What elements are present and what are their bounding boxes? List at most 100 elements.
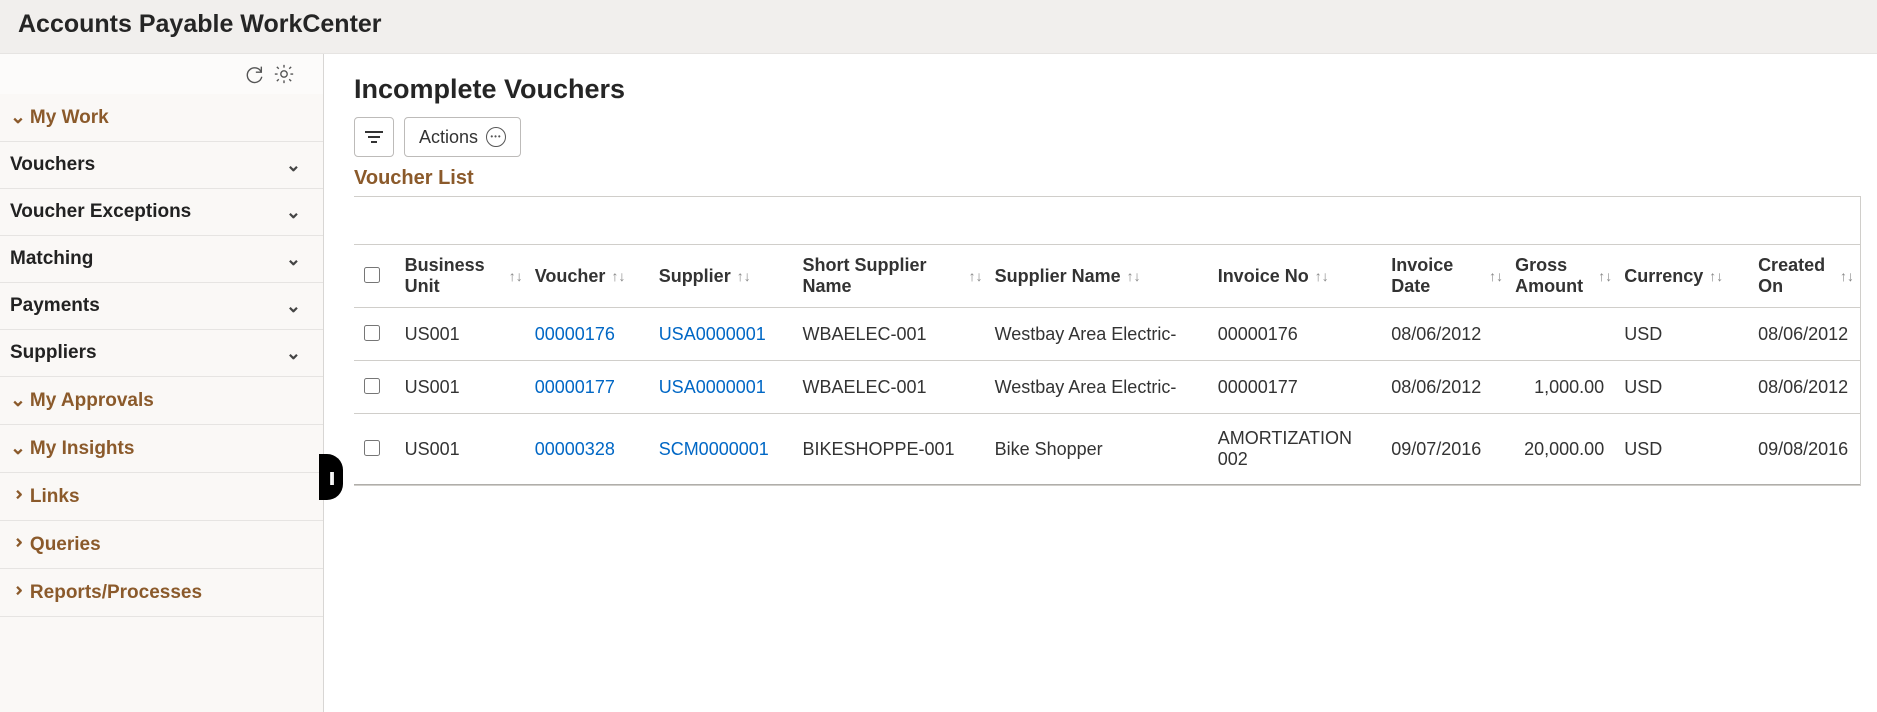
cell-supplier-name: Bike Shopper (989, 414, 1212, 485)
row-checkbox[interactable] (364, 440, 380, 456)
col-currency[interactable]: Currency↑↓ (1618, 245, 1752, 308)
sort-icon: ↑↓ (737, 268, 751, 284)
sidebar-item-matching[interactable]: Matching ⌄ (0, 235, 323, 282)
chevron-down-icon: ⌄ (286, 155, 313, 176)
nav-header-my-approvals[interactable]: ⌄ My Approvals (0, 377, 323, 424)
cell-supplier[interactable]: SCM0000001 (653, 414, 797, 485)
supplier-link: SCM0000001 (659, 439, 769, 459)
nav-header-queries[interactable]: ⌄ Queries (0, 521, 323, 568)
main-content: Incomplete Vouchers Actions ••• Voucher … (324, 54, 1877, 712)
sidebar-item-label: Suppliers (10, 342, 97, 364)
gear-icon[interactable] (273, 63, 295, 85)
table-header-row: Business Unit↑↓ Voucher↑↓ Supplier↑↓ Sho… (354, 245, 1860, 308)
nav-section-reports: ⌄ Reports/Processes (0, 569, 323, 617)
cell-voucher[interactable]: 00000328 (529, 414, 653, 485)
cell-short-supplier: WBAELEC-001 (796, 361, 988, 414)
cell-short-supplier: WBAELEC-001 (796, 308, 988, 361)
cell-gross-amount: 1,000.00 (1509, 361, 1618, 414)
sidebar-item-suppliers[interactable]: Suppliers ⌄ (0, 329, 323, 376)
table-row: US00100000177USA0000001WBAELEC-001Westba… (354, 361, 1860, 414)
row-checkbox[interactable] (364, 325, 380, 341)
cell-supplier[interactable]: USA0000001 (653, 361, 797, 414)
row-checkbox[interactable] (364, 378, 380, 394)
row-select[interactable] (354, 414, 399, 485)
nav-header-links[interactable]: ⌄ Links (0, 473, 323, 520)
chevron-down-icon: ⌄ (286, 249, 313, 270)
row-select[interactable] (354, 361, 399, 414)
sort-icon: ↑↓ (1315, 268, 1329, 284)
sidebar-item-label: Payments (10, 295, 100, 317)
chevron-right-icon: ⌄ (4, 487, 27, 503)
nav-section-queries: ⌄ Queries (0, 521, 323, 569)
sort-icon: ↑↓ (611, 268, 625, 284)
cell-invoice-date: 08/06/2012 (1385, 361, 1509, 414)
page-header-title: Accounts Payable WorkCenter (18, 10, 1859, 39)
cell-business-unit: US001 (399, 414, 529, 485)
sidebar-item-voucher-exceptions[interactable]: Voucher Exceptions ⌄ (0, 188, 323, 235)
cell-currency: USD (1618, 414, 1752, 485)
col-voucher[interactable]: Voucher↑↓ (529, 245, 653, 308)
cell-supplier-name: Westbay Area Electric- (989, 361, 1212, 414)
sidebar-collapse-handle[interactable]: || (319, 454, 343, 500)
toolbar: Actions ••• (354, 117, 1861, 157)
chevron-down-icon: ⌄ (10, 106, 26, 129)
sort-icon: ↑↓ (1709, 268, 1723, 284)
sort-icon: ↑↓ (1127, 268, 1141, 284)
row-select[interactable] (354, 308, 399, 361)
voucher-link: 00000176 (535, 324, 615, 344)
sidebar-item-payments[interactable]: Payments ⌄ (0, 282, 323, 329)
cell-business-unit: US001 (399, 308, 529, 361)
nav-header-label: My Approvals (30, 390, 154, 412)
cell-invoice-date: 08/06/2012 (1385, 308, 1509, 361)
nav-header-label: My Insights (30, 438, 135, 460)
cell-currency: USD (1618, 361, 1752, 414)
sidebar-item-label: Voucher Exceptions (10, 201, 191, 223)
nav-header-label: My Work (30, 107, 109, 129)
nav-section-my-approvals: ⌄ My Approvals (0, 377, 323, 425)
cell-gross-amount: 20,000.00 (1509, 414, 1618, 485)
page-header: Accounts Payable WorkCenter (0, 0, 1877, 54)
cell-invoice-no: 00000177 (1212, 361, 1386, 414)
chevron-right-icon: ⌄ (4, 583, 27, 599)
col-business-unit[interactable]: Business Unit↑↓ (399, 245, 529, 308)
col-supplier[interactable]: Supplier↑↓ (653, 245, 797, 308)
cell-currency: USD (1618, 308, 1752, 361)
cell-voucher[interactable]: 00000177 (529, 361, 653, 414)
nav-section-my-insights: ⌄ My Insights (0, 425, 323, 473)
cell-voucher[interactable]: 00000176 (529, 308, 653, 361)
nav-header-my-work[interactable]: ⌄ My Work (0, 94, 323, 141)
nav-header-my-insights[interactable]: ⌄ My Insights (0, 425, 323, 472)
col-select-all[interactable] (354, 245, 399, 308)
voucher-link: 00000177 (535, 377, 615, 397)
col-gross-amount[interactable]: Gross Amount↑↓ (1509, 245, 1618, 308)
filter-button[interactable] (354, 117, 394, 157)
col-invoice-date[interactable]: Invoice Date↑↓ (1385, 245, 1509, 308)
table-row: US00100000176USA0000001WBAELEC-001Westba… (354, 308, 1860, 361)
sidebar-item-label: Vouchers (10, 154, 95, 176)
section-title: Voucher List (354, 167, 1861, 190)
chevron-down-icon: ⌄ (10, 389, 26, 412)
cell-gross-amount (1509, 308, 1618, 361)
col-created-on[interactable]: Created On↑↓ (1752, 245, 1860, 308)
col-supplier-name[interactable]: Supplier Name↑↓ (989, 245, 1212, 308)
cell-created-on: 08/06/2012 (1752, 361, 1860, 414)
nav-section-links: ⌄ Links (0, 473, 323, 521)
cell-invoice-no: 00000176 (1212, 308, 1386, 361)
sidebar: ⌄ My Work Vouchers ⌄ Voucher Exceptions … (0, 54, 324, 712)
sort-icon: ↑↓ (509, 268, 523, 284)
nav-section-my-work: ⌄ My Work Vouchers ⌄ Voucher Exceptions … (0, 94, 323, 377)
sort-icon: ↑↓ (1840, 268, 1854, 284)
col-invoice-no[interactable]: Invoice No↑↓ (1212, 245, 1386, 308)
cell-supplier[interactable]: USA0000001 (653, 308, 797, 361)
filter-icon (365, 131, 383, 133)
sidebar-item-vouchers[interactable]: Vouchers ⌄ (0, 141, 323, 188)
col-short-supplier[interactable]: Short Supplier Name↑↓ (796, 245, 988, 308)
nav-header-reports[interactable]: ⌄ Reports/Processes (0, 569, 323, 616)
refresh-icon[interactable] (243, 63, 265, 85)
supplier-link: USA0000001 (659, 377, 766, 397)
select-all-checkbox[interactable] (364, 267, 380, 283)
nav-header-label: Links (30, 486, 80, 508)
actions-button[interactable]: Actions ••• (404, 117, 521, 157)
chevron-down-icon: ⌄ (10, 437, 26, 460)
sort-icon: ↑↓ (1489, 268, 1503, 284)
